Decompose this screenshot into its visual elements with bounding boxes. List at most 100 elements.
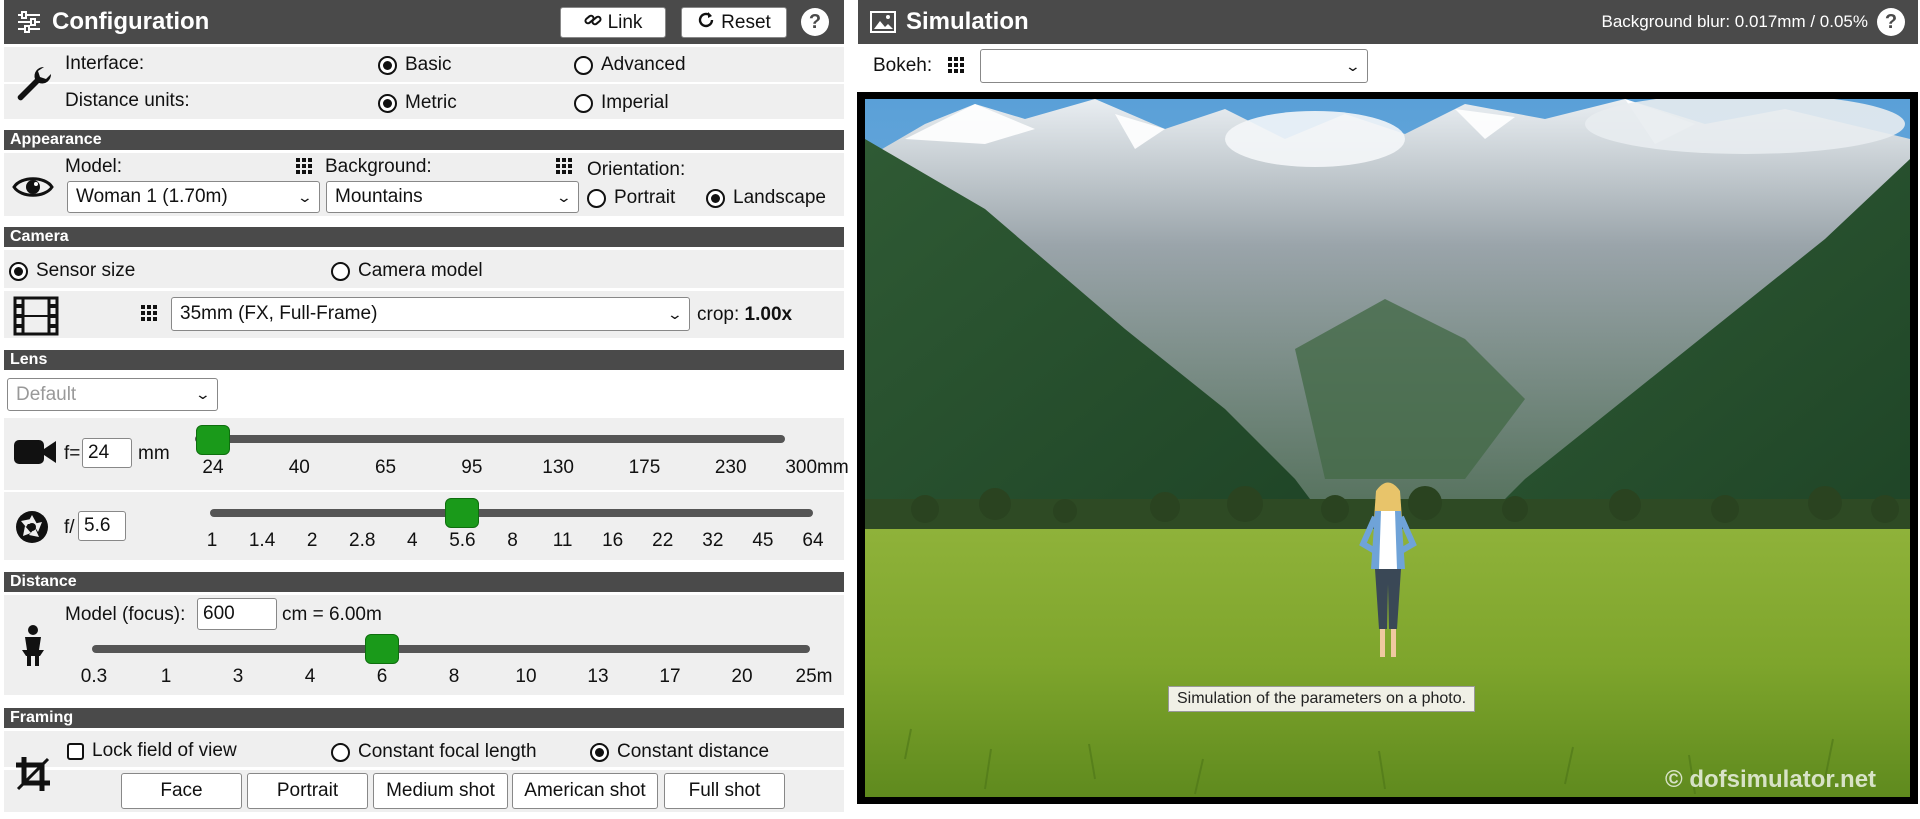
lens-section: Lens <box>4 350 844 370</box>
simulation-header: Simulation Background blur: 0.017mm / 0.… <box>858 0 1918 44</box>
watermark-text: © dofsimulator.net <box>1665 766 1877 793</box>
slider-tick-label: 175 <box>628 457 661 478</box>
focus-distance-result: cm = 6.00m <box>282 604 382 625</box>
aperture-input[interactable]: 5.6 <box>78 511 126 541</box>
bokeh-select[interactable]: ⌄ <box>980 49 1368 83</box>
background-select[interactable]: Mountains ⌄ <box>326 181 579 213</box>
slider-tick-label: 0.3 <box>80 666 108 687</box>
reset-button[interactable]: Reset <box>681 7 787 38</box>
slider-tick-label: 32 <box>702 530 724 551</box>
framing-full-shot-button[interactable]: Full shot <box>664 773 785 809</box>
constant-focal-length-radio[interactable]: Constant focal length <box>331 741 537 763</box>
framing-portrait-button[interactable]: Portrait <box>247 773 368 809</box>
slider-tick-label: 45 <box>752 530 774 551</box>
grid-icon[interactable] <box>296 158 314 176</box>
aperture-slider-track[interactable] <box>210 509 813 517</box>
sliders-icon <box>16 11 42 33</box>
sensor-size-select[interactable]: 35mm (FX, Full-Frame) ⌄ <box>171 297 690 331</box>
orientation-portrait-radio[interactable]: Portrait <box>587 187 675 209</box>
person-icon <box>18 624 48 674</box>
radio-checked-icon <box>706 188 725 208</box>
slider-tick-label: 95 <box>461 457 483 478</box>
slider-tick-label: 4 <box>304 666 316 687</box>
simulation-title: Simulation <box>906 8 1029 35</box>
eye-icon <box>12 173 54 207</box>
radio-checked-icon <box>9 261 28 281</box>
focal-length-slider-track[interactable] <box>195 435 785 443</box>
framing-medium-shot-button[interactable]: Medium shot <box>373 773 508 809</box>
model-label: Model: <box>65 156 123 177</box>
slider-tick-label: 17 <box>659 666 681 687</box>
chevron-down-icon: ⌄ <box>194 386 212 402</box>
slider-tick-label: 10 <box>515 666 537 687</box>
slider-tick-label: 2 <box>306 530 318 551</box>
crop-readout: crop: 1.00x <box>697 304 793 325</box>
model-select[interactable]: Woman 1 (1.70m) ⌄ <box>67 181 320 213</box>
interface-advanced-radio[interactable]: Advanced <box>574 54 686 76</box>
simulation-tooltip: Simulation of the parameters on a photo. <box>1168 686 1476 712</box>
focal-length-slider-thumb[interactable] <box>196 425 230 455</box>
link-button[interactable]: Link <box>560 7 666 38</box>
slider-tick-label: 6 <box>376 666 388 687</box>
slider-tick-label: 300mm <box>785 457 849 478</box>
interface-label: Interface: <box>65 53 145 74</box>
wrench-icon <box>14 64 52 110</box>
config-help-icon[interactable]: ? <box>801 8 829 36</box>
chevron-down-icon: ⌄ <box>666 305 684 322</box>
constant-distance-radio[interactable]: Constant distance <box>590 741 769 763</box>
focus-distance-label: Model (focus): <box>65 604 186 625</box>
grid-icon[interactable] <box>948 57 966 75</box>
lens-preset-select[interactable]: Default ⌄ <box>7 378 218 411</box>
background-label: Background: <box>325 156 432 177</box>
reset-label: Reset <box>721 11 771 33</box>
aperture-slider-thumb[interactable] <box>445 498 480 528</box>
link-icon <box>584 11 602 35</box>
radio-empty-icon <box>331 742 350 762</box>
appearance-section: Appearance <box>4 130 844 150</box>
slider-tick-label: 22 <box>652 530 674 551</box>
film-icon <box>13 296 59 342</box>
video-camera-icon <box>13 436 57 474</box>
units-metric-radio[interactable]: Metric <box>378 92 457 114</box>
grid-icon[interactable] <box>556 158 574 176</box>
simulation-help-icon[interactable]: ? <box>1877 8 1905 36</box>
crop-icon <box>14 755 52 799</box>
distance-section: Distance <box>4 572 844 592</box>
framing-american-shot-button[interactable]: American shot <box>512 773 658 809</box>
slider-tick-label: 2.8 <box>349 530 376 551</box>
aperture-icon <box>14 509 50 551</box>
slider-tick-label: 130 <box>542 457 574 478</box>
framing-face-button[interactable]: Face <box>121 773 242 809</box>
checkbox-empty-icon <box>67 742 84 760</box>
radio-empty-icon <box>331 261 350 281</box>
slider-tick-label: 1.4 <box>248 530 276 551</box>
radio-empty-icon <box>574 55 593 75</box>
slider-tick-label: 8 <box>448 666 460 687</box>
aperture-prefix: f/ <box>64 517 75 538</box>
slider-tick-label: 64 <box>802 530 824 551</box>
distance-slider-thumb[interactable] <box>365 634 399 664</box>
slider-tick-label: 4 <box>407 530 418 551</box>
framing-section: Framing <box>4 708 844 728</box>
slider-tick-label: 1 <box>206 530 218 551</box>
radio-checked-icon <box>378 93 397 113</box>
orientation-label: Orientation: <box>587 159 686 180</box>
camera-sensor-size-radio[interactable]: Sensor size <box>9 260 135 282</box>
slider-tick-label: 8 <box>507 530 518 551</box>
orientation-landscape-radio[interactable]: Landscape <box>706 187 826 209</box>
grid-icon[interactable] <box>141 305 159 323</box>
radio-empty-icon <box>587 188 606 208</box>
link-label: Link <box>607 11 643 33</box>
camera-model-radio[interactable]: Camera model <box>331 260 483 282</box>
units-imperial-radio[interactable]: Imperial <box>574 92 669 114</box>
interface-basic-radio[interactable]: Basic <box>378 54 451 76</box>
distance-slider-track[interactable] <box>92 645 810 653</box>
slider-tick-label: 16 <box>602 530 624 551</box>
bokeh-label: Bokeh: <box>873 55 933 76</box>
focal-length-input[interactable]: 24 <box>82 438 132 468</box>
focus-distance-input[interactable]: 600 <box>197 598 277 630</box>
slider-tick-label: 24 <box>202 457 224 478</box>
lock-field-of-view-checkbox[interactable]: Lock field of view <box>67 740 237 762</box>
slider-tick-label: 40 <box>288 457 310 478</box>
slider-tick-label: 230 <box>714 457 747 478</box>
